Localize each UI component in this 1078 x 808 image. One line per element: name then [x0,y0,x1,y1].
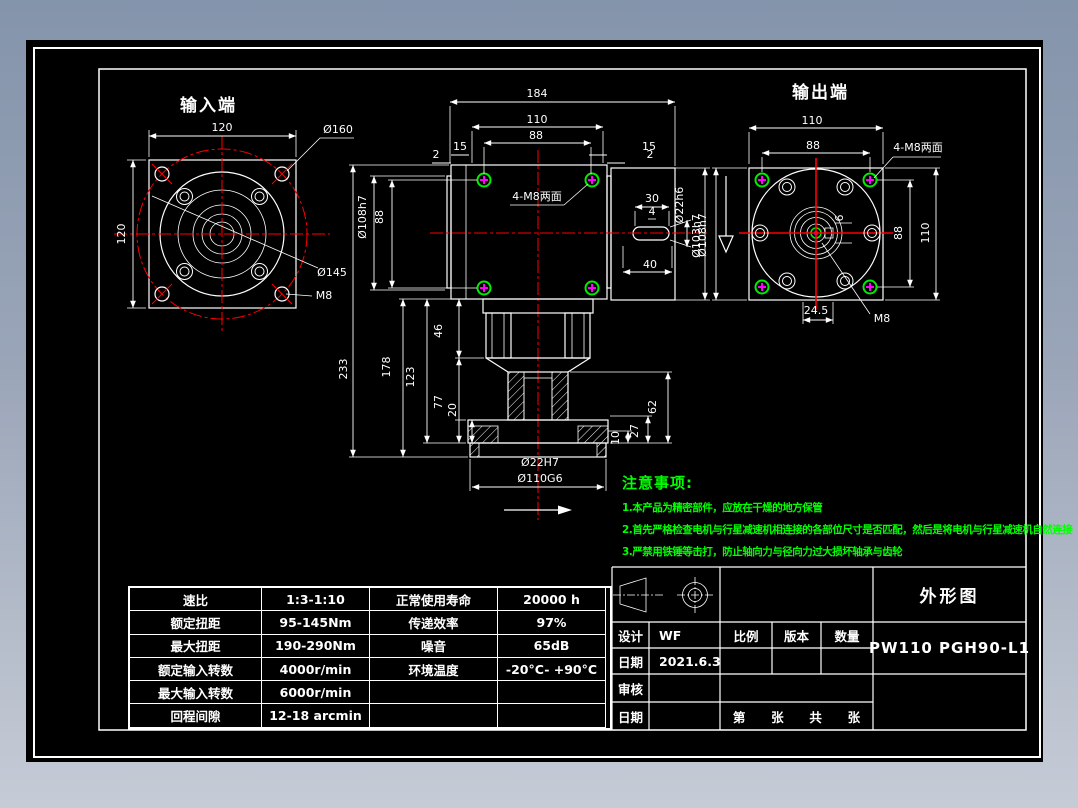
spec-cell [498,681,606,704]
dim-label: 88 [529,129,543,142]
dim-label: 233 [337,359,350,380]
output-end-view [712,128,941,324]
dim-label: M8 [316,289,333,302]
note-line: 1.本产品为精密部件，应放在干燥的地方保管 [622,500,1072,515]
projection-symbol [613,577,713,613]
spec-cell: 6000r/min [262,681,370,704]
spec-cell: 12-18 arcmin [262,704,370,727]
dim-label: Ø108h7 [356,195,369,239]
input-view-title: 输入端 [180,91,237,116]
part-number: PW110 PGH90-L1 [873,622,1026,674]
spec-cell: 1:3-1:10 [262,588,370,611]
designer-value: WF [649,622,730,648]
sheet-no-label: 第 [733,707,746,726]
spec-cell: 正常使用寿命 [370,588,498,611]
dim-label: 62 [646,400,659,414]
spec-cell [370,704,498,727]
spec-cell: 噪音 [370,635,498,658]
dim-label: 20 [446,403,459,417]
spec-cell: 额定输入转数 [130,658,262,681]
spec-cell [498,704,606,727]
spec-cell: -20°C- +90°C [498,658,606,681]
total-sheet-label: 张 [848,707,861,726]
sheet-row: 第 张 共 张 [720,702,873,730]
spec-cell: 传递效率 [370,611,498,634]
dim-label: 40 [643,258,657,271]
spec-cell [370,681,498,704]
date-label: 日期 [612,648,649,674]
spec-cell: 最大扭距 [130,635,262,658]
total-label: 共 [809,707,822,726]
dim-label: 2 [647,148,654,161]
date2-label: 日期 [612,702,649,730]
spec-cell: 4000r/min [262,658,370,681]
spec-cell: 环境温度 [370,658,498,681]
dim-label: 4 [649,205,656,218]
notes-title: 注意事项: [622,472,1072,493]
dim-label: Ø22h6 [673,187,686,224]
view-direction-arrow [719,176,733,252]
dim-label: Ø22H7 [521,456,559,469]
dim-label: 77 [432,395,445,409]
dim-label: 88 [806,139,820,152]
dim-label: 120 [115,224,128,245]
date-value: 2021.6.3 [649,648,730,674]
dim-label: 123 [404,367,417,388]
dim-label: 110 [527,113,548,126]
note-line: 2.首先严格检查电机与行星减速机相连接的各部位尺寸是否匹配，然后是将电机与行星减… [622,522,1072,537]
spec-cell: 速比 [130,588,262,611]
dim-label: 6 [833,215,846,222]
spec-table: 速比1:3-1:10正常使用寿命20000 h 额定扭距95-145Nm传递效率9… [128,586,612,730]
spec-cell: 190-290Nm [262,635,370,658]
quantity-label: 数量 [821,622,873,648]
dim-label: 110 [802,114,823,127]
spec-cell: 20000 h [498,588,606,611]
dim-label: 178 [380,357,393,378]
cad-viewer-background: 120120Ø160Ø145M8184110881521524-M8两面304Ø… [0,0,1078,808]
dimension-labels: 120120Ø160Ø145M8184110881521524-M8两面304Ø… [115,87,943,485]
dim-label: 88 [373,210,386,224]
dim-label: 15 [453,140,467,153]
dim-label: 2 [433,148,440,161]
dim-label: Ø145 [317,266,347,279]
spec-cell: 最大输入转数 [130,681,262,704]
spec-cell: 额定扭距 [130,611,262,634]
dim-label: Ø160 [323,123,353,136]
spec-cell: 97% [498,611,606,634]
dim-label: 88 [892,226,905,240]
spec-cell: 95-145Nm [262,611,370,634]
dim-label: 4-M8两面 [893,141,942,154]
dim-label: 4-M8两面 [512,190,561,203]
note-line: 3.严禁用铁锤等击打，防止轴向力与径向力过大损坏轴承与齿轮 [622,544,1072,559]
dim-label: 46 [432,324,445,338]
checker-label: 审核 [612,674,649,702]
spec-cell: 回程间隙 [130,704,262,727]
output-view-title: 输出端 [792,78,849,103]
dim-label: 10 [609,431,622,445]
dim-label: 110 [919,223,932,244]
sheet-label: 张 [771,707,784,726]
dim-label: 184 [527,87,548,100]
dim-label: 24.5 [804,304,829,317]
version-label: 版本 [772,622,821,648]
designer-label: 设计 [612,622,649,648]
dim-label: M8 [874,312,891,325]
dim-label: 27 [628,424,641,438]
dim-label: Ø110G6 [517,472,562,485]
dim-label: 30 [645,192,659,205]
scale-label: 比例 [720,622,772,648]
dim-label: Ø108h7 [696,213,709,257]
dim-label: 120 [212,121,233,134]
notes-block: 注意事项: 1.本产品为精密部件，应放在干燥的地方保管 2.首先严格检查电机与行… [622,472,1072,559]
drawing-name: 外形图 [873,567,1026,622]
spec-cell: 65dB [498,635,606,658]
